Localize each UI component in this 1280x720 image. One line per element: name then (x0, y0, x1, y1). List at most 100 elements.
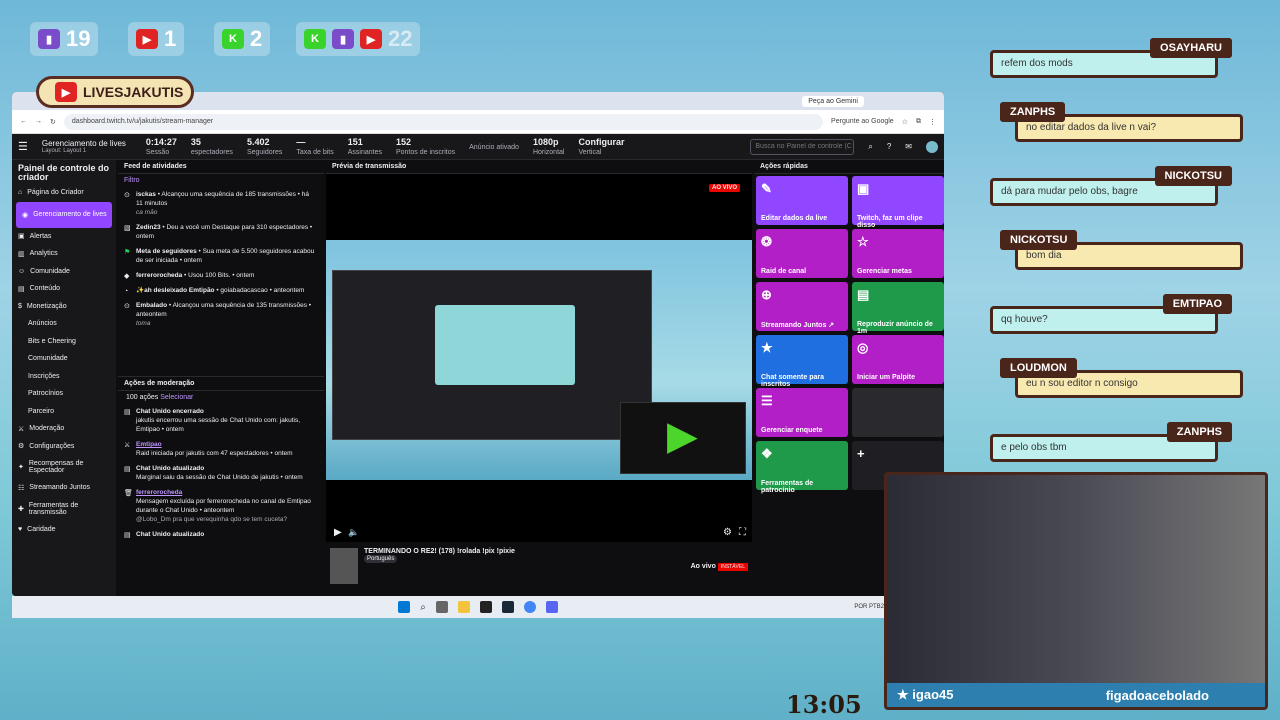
sidebar-item-analytics[interactable]: ▥ Analytics (12, 245, 116, 263)
mod-item: ▤ Chat Unido atualizado Marginal saiu da s… (124, 465, 303, 481)
steam-icon[interactable] (501, 601, 514, 613)
stat-viewers: 35 espectadores (190, 137, 233, 156)
sidebar-item-settings[interactable]: ⚙ Configurações (12, 438, 116, 456)
quick-action-tile[interactable]: ✎ Editar dados da live (756, 176, 848, 225)
back-icon[interactable]: ← (20, 118, 27, 125)
sidebar-item-broadcast-tools[interactable]: ✚ Ferramentas de transmissão (12, 497, 116, 521)
stream-title[interactable]: TERMINANDO O RE2! (178) !rolada !pix !pi… (364, 548, 685, 555)
stat-ads[interactable]: Anúncio ativado (469, 142, 519, 151)
obs-icon[interactable] (479, 601, 492, 613)
quick-action-icon: ◎ (857, 340, 869, 355)
quick-action-tile[interactable]: ▣ Twitch, faz um clipe disso (852, 176, 944, 229)
reload-icon[interactable]: ↻ (50, 118, 56, 126)
extensions-icon[interactable]: ⧉ (916, 118, 921, 126)
discord-icon[interactable] (545, 601, 558, 613)
input-language[interactable]: POR PTB2 (854, 604, 884, 610)
jakutis-logo-preview (435, 305, 575, 385)
reward-icon: ◔ (124, 288, 129, 295)
sidebar-item-creator-page[interactable]: ⌂ Página do Criador (12, 184, 116, 202)
quick-action-tile[interactable] (852, 388, 944, 437)
quick-action-tile[interactable]: ❂ Raid de canal (756, 229, 848, 278)
address-field[interactable]: dashboard.twitch.tv/u/jakutis/stream-man… (63, 113, 824, 130)
sidebar-item-partner[interactable]: Parceiro (12, 403, 116, 421)
chat-username: NICKOTSU (1154, 166, 1232, 186)
fullscreen-icon[interactable]: ⛶ (739, 527, 746, 538)
play-icon[interactable]: ▶ (334, 527, 342, 538)
sidebar-item-sponsorships[interactable]: Patrocínios (12, 385, 116, 403)
dashboard-search-input[interactable] (750, 138, 855, 155)
select-button[interactable]: Selecionar (160, 394, 193, 401)
help-icon[interactable]: ? (887, 142, 891, 151)
twitch-count-pill: ▮ 19 (30, 22, 99, 56)
quick-action-tile[interactable]: ❖ Ferramentas de patrocínio (756, 441, 848, 494)
sidebar-item-alerts[interactable]: ▣ Alertas (12, 228, 116, 246)
chat-icon: ▤ (124, 409, 131, 416)
quick-actions-header: Ações rápidas (754, 160, 944, 174)
alert-icon: ▣ (18, 233, 25, 241)
chrome-icon[interactable] (523, 601, 536, 613)
sidebar-item-community-sub[interactable]: Comunidade (12, 350, 116, 368)
unstable-badge: INSTÁVEL (717, 562, 748, 571)
mod-item: 🗑 ferrerorocheda Mensagem excluída por fer… (124, 489, 311, 523)
quick-action-label: Gerenciar enquete (761, 427, 823, 434)
sidebar-item-stream-together[interactable]: ☷ Streamando Juntos (12, 479, 116, 497)
content-icon: ▤ (18, 285, 25, 293)
mod-count-row: 100 ações Selecionar (126, 394, 194, 401)
chat-username: OSAYHARU (1150, 38, 1232, 58)
avatar[interactable] (926, 140, 938, 153)
sidebar-item-subscriptions[interactable]: Inscrições (12, 368, 116, 386)
sidebar-item-ads[interactable]: Anúncios (12, 315, 116, 333)
hamburger-icon[interactable]: ☰ (18, 140, 28, 153)
stat-vertical[interactable]: Configurar Vertical (578, 137, 624, 156)
video-player[interactable]: AO VIVO ▶ ▶ 🔈 ⚙ ⛶ (326, 174, 752, 542)
people-icon: ☺ (18, 267, 26, 275)
settings-gear-icon[interactable]: ⚙ (723, 527, 732, 538)
taskview-icon[interactable] (435, 601, 448, 613)
sidebar-item-charity[interactable]: ♥ Caridade (12, 521, 116, 539)
sidebar-item-moderation[interactable]: ⚔ Moderação (12, 420, 116, 438)
quick-action-icon: ✎ (761, 181, 772, 196)
forward-icon[interactable]: → (35, 118, 42, 125)
sidebar-item-community[interactable]: ☺ Comunidade (12, 263, 116, 281)
feed-item: ◔ ✨ah desleixado Emtipão • goiabadacascao… (124, 287, 305, 295)
language-tag[interactable]: Português (364, 555, 398, 563)
sidebar-item-rewards[interactable]: ✦ Recompensas de Espectador (12, 455, 116, 479)
quick-action-icon: ▣ (857, 181, 870, 196)
mail-icon[interactable]: ✉ (905, 142, 912, 151)
sidebar-item-bits[interactable]: Bits e Cheering (12, 333, 116, 351)
search-icon[interactable]: ⌕ (420, 602, 426, 613)
windows-start-icon[interactable] (398, 601, 411, 613)
stat-horizontal[interactable]: 1080p Horizontal (533, 137, 565, 156)
youtube-count-pill: ▶ 1 (128, 22, 185, 56)
layout-label[interactable]: Layout: Layout 1 (42, 148, 132, 154)
search-icon[interactable]: ⌕ (868, 142, 872, 152)
bookmark-star-icon[interactable]: ☆ (902, 118, 908, 126)
quick-action-label: Streamando Juntos ↗ (761, 322, 835, 329)
sidebar-item-stream-manager[interactable]: ◉ Gerenciamento de lives (16, 201, 112, 228)
quick-action-tile[interactable]: ☰ Gerenciar enquete (756, 388, 848, 437)
menu-icon[interactable]: ⋮ (929, 118, 936, 126)
raid-icon: ⚔ (124, 442, 131, 449)
total-count: 22 (388, 26, 413, 51)
quick-action-tile[interactable]: ★ Chat somente para inscritos (756, 335, 848, 388)
mod-item: ▤ Chat Unido encerrado jakutis encerrou um… (124, 408, 301, 433)
ask-google-button[interactable]: Pergunte ao Google (831, 118, 894, 125)
quick-action-tile[interactable]: ⊕ Streamando Juntos ↗ (756, 282, 848, 331)
twitch-count: 19 (66, 26, 91, 51)
quick-action-tile[interactable]: ☆ Gerenciar metas (852, 229, 944, 278)
chat-icon: ▤ (124, 466, 131, 473)
sidebar-item-monetization[interactable]: $ Monetização (12, 298, 116, 316)
preview-header: Prévia de transmissão (326, 160, 752, 174)
kick-icon: K (222, 29, 244, 49)
sword-icon: ⚔ (18, 425, 25, 433)
sidebar-item-content[interactable]: ▤ Conteúdo (12, 280, 116, 298)
stream-preview-panel: Prévia de transmissão AO VIVO ▶ ▶ 🔈 ⚙ ⛶ … (326, 160, 752, 596)
filter-button[interactable]: Filtro (118, 174, 324, 187)
gemini-logo-overlay: ▶ (620, 402, 746, 474)
quick-action-tile[interactable]: ◎ Iniciar um Palpite (852, 335, 944, 384)
volume-icon[interactable]: 🔈 (348, 527, 359, 538)
webcam-frame: ★ igao45 figadoacebolado (884, 472, 1268, 710)
gemini-tab[interactable]: Peça ao Gemini (802, 95, 864, 107)
quick-action-tile[interactable]: ▤ Reproduzir anúncio de 1m (852, 282, 944, 335)
file-explorer-icon[interactable] (457, 601, 470, 613)
